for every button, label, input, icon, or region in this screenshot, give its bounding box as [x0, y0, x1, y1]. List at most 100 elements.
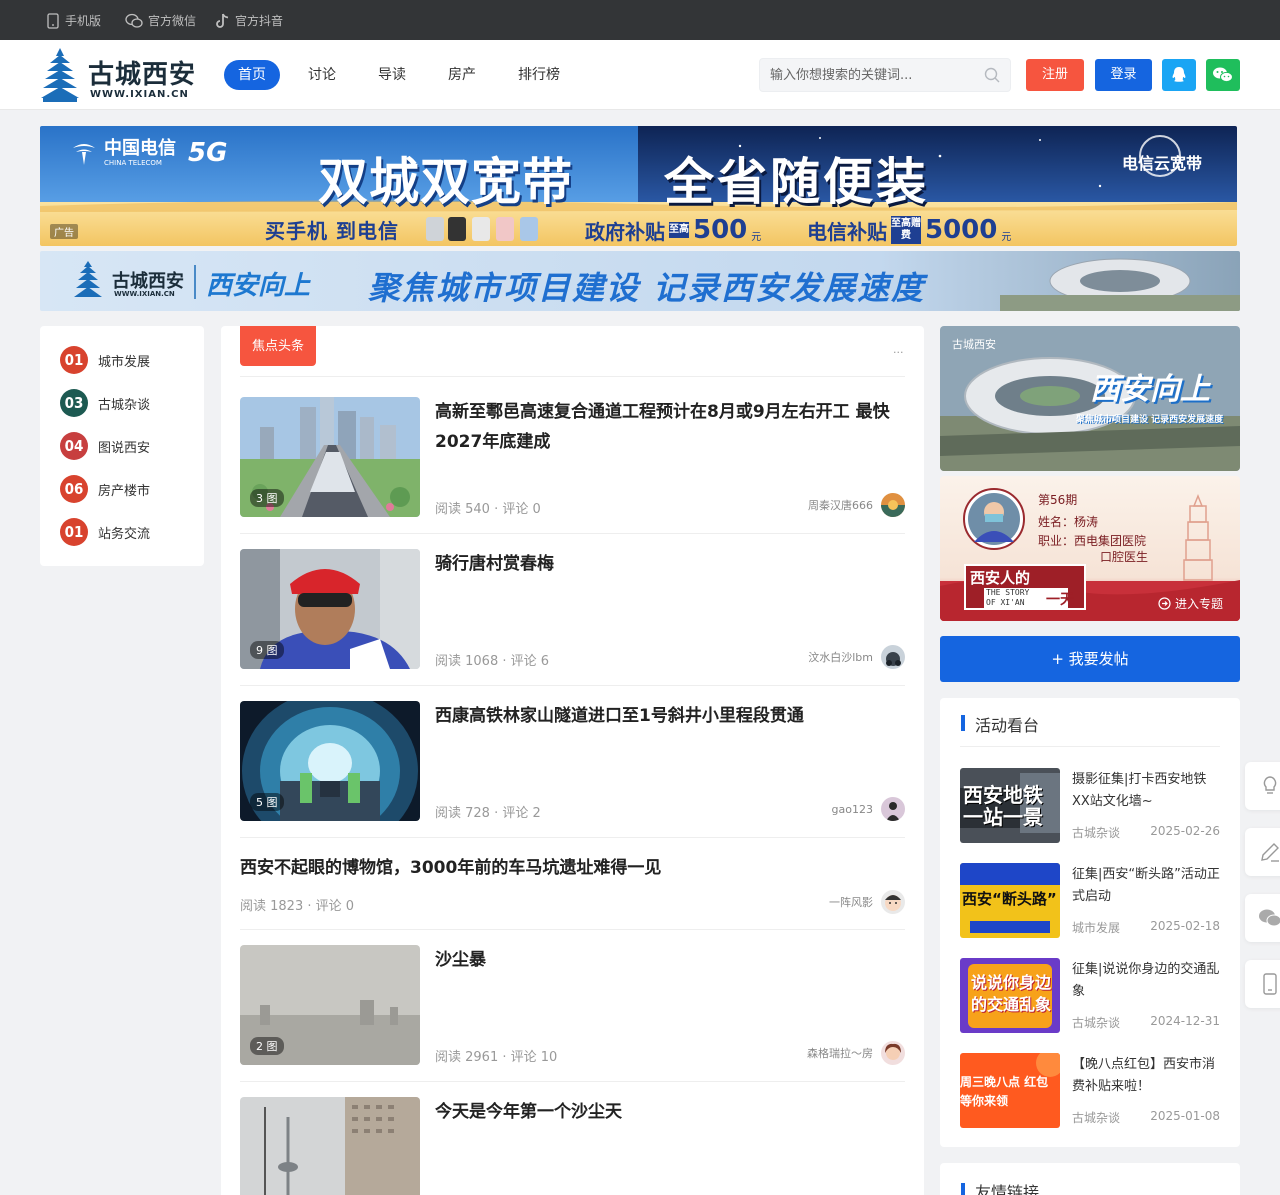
- telecom-ad-banner[interactable]: 中国电信 CHINA TELECOM 5G 双城双宽带 全省随便装 电信云宽带 …: [40, 126, 1237, 246]
- article-author[interactable]: gao123: [832, 797, 905, 821]
- article-title[interactable]: 沙尘暴: [435, 945, 905, 975]
- article-thumbnail[interactable]: 9 图: [240, 549, 420, 669]
- activity-item[interactable]: 西安“断头路” 征集|西安“断头路”活动正式启动 城市发展 2025-02-18: [960, 863, 1220, 938]
- article-meta: 阅读 728 · 评论 2: [435, 806, 541, 821]
- article-title[interactable]: 西安不起眼的博物馆，3000年前的车马坑遗址难得一见: [240, 853, 905, 883]
- story-brand-en1: THE STORY: [986, 588, 1030, 597]
- article-item[interactable]: 5 图 西康高铁林家山隧道进口至1号斜井小里程段贯通 阅读 728 · 评论 2…: [240, 701, 905, 821]
- five-g-label: 5G: [188, 138, 228, 168]
- mobile-label: 手机版: [65, 14, 102, 28]
- top-bar: 手机版 官方微信 官方抖音: [0, 0, 1280, 40]
- article-thumbnail[interactable]: 3 图: [240, 397, 420, 517]
- activity-title[interactable]: 【晚八点红包】西安市消费补贴来啦！: [1072, 1054, 1222, 1098]
- author-name: 周秦汉唐666: [808, 499, 873, 512]
- enter-topic-label: 进入专题: [1175, 597, 1224, 611]
- story-name: 姓名：杨涛: [1038, 515, 1099, 529]
- focus-tag[interactable]: 焦点头条: [240, 326, 316, 366]
- search-input[interactable]: [770, 59, 970, 91]
- login-button[interactable]: 登录: [1095, 59, 1152, 91]
- article-title[interactable]: 西康高铁林家山隧道进口至1号斜井小里程段贯通: [435, 701, 905, 731]
- avatar: [881, 493, 905, 517]
- article-author[interactable]: 周秦汉唐666: [808, 493, 905, 517]
- comment-count: 评论 6: [510, 654, 550, 669]
- divider: [240, 1081, 905, 1082]
- article-item[interactable]: 9 图 骑行唐村赏春梅 阅读 1068 · 评论 6 汶水白沙lbm: [240, 549, 905, 669]
- douyin-link[interactable]: 官方抖音: [216, 12, 283, 29]
- nav-ranking[interactable]: 排行榜: [504, 60, 574, 90]
- wechat-login-button[interactable]: [1206, 59, 1240, 91]
- article-title[interactable]: 骑行唐村赏春梅: [435, 549, 905, 579]
- enter-topic-link[interactable]: 进入专题: [1158, 595, 1223, 612]
- compose-button[interactable]: [1245, 828, 1280, 876]
- article-item[interactable]: 2 图 沙尘暴 阅读 2961 · 评论 10 森格瑞拉～房: [240, 945, 905, 1065]
- divider: [240, 376, 905, 377]
- sidebar-item-label: 房产楼市: [98, 483, 151, 499]
- article-author[interactable]: 一阵风影: [829, 890, 905, 914]
- article-title[interactable]: 高新至鄠邑高速复合通道工程预计在8月或9月左右开工 最快2027年底建成: [435, 397, 905, 457]
- nav-discuss[interactable]: 讨论: [294, 60, 350, 90]
- more-link[interactable]: ...: [893, 343, 904, 356]
- rank-badge: 01: [60, 518, 88, 546]
- nav-property[interactable]: 房产: [434, 60, 490, 90]
- activity-thumbnail[interactable]: 说说你身边的交通乱象: [960, 958, 1060, 1033]
- ad-label: 广告: [50, 224, 78, 239]
- sidebar-item-label: 城市发展: [98, 354, 151, 370]
- activity-item[interactable]: 西安地铁一站一景 摄影征集|打卡西安地铁XX站文化墙~ 古城杂谈 2025-02…: [960, 768, 1220, 843]
- activity-title[interactable]: 摄影征集|打卡西安地铁XX站文化墙~: [1072, 769, 1222, 813]
- gov-subsidy-label: 政府补贴: [585, 219, 665, 244]
- search-icon[interactable]: [984, 67, 1000, 83]
- article-item[interactable]: 西安不起眼的博物馆，3000年前的车马坑遗址难得一见 阅读 1823 · 评论 …: [240, 853, 905, 917]
- wechat-icon: [125, 13, 143, 28]
- wechat-link[interactable]: 官方微信: [125, 12, 196, 29]
- telecom-name: 中国电信: [104, 138, 176, 159]
- sidebar-item-label: 古城杂谈: [98, 397, 151, 413]
- article-item[interactable]: 今天是今年第一个沙尘天: [240, 1097, 905, 1195]
- activity-title[interactable]: 征集|说说你身边的交通乱象: [1072, 959, 1222, 1003]
- sidebar-item-site-affairs[interactable]: 01 站务交流: [60, 518, 150, 546]
- mobile-link[interactable]: 手机版: [46, 12, 101, 29]
- sidebar-item-old-city-talk[interactable]: 03 古城杂谈: [60, 389, 150, 417]
- qq-login-button[interactable]: [1162, 59, 1196, 91]
- nav-guide[interactable]: 导读: [364, 60, 420, 90]
- wechat-login-icon: [1213, 67, 1233, 83]
- read-count: 阅读 1823: [240, 899, 304, 914]
- mobile-float-button[interactable]: [1245, 960, 1280, 1008]
- cartoon-avatar-image: [881, 890, 905, 914]
- tips-button[interactable]: [1245, 762, 1280, 810]
- story-brand-en2: OF XI'AN: [986, 598, 1025, 607]
- article-author[interactable]: 森格瑞拉～房: [807, 1041, 905, 1065]
- activity-thumbnail[interactable]: 周三晚八点 红包等你来领: [960, 1053, 1060, 1128]
- register-button[interactable]: 注册: [1026, 59, 1084, 91]
- article-thumbnail[interactable]: 2 图: [240, 945, 420, 1065]
- activity-title[interactable]: 征集|西安“断头路”活动正式启动: [1072, 864, 1222, 908]
- article-thumbnail[interactable]: 5 图: [240, 701, 420, 821]
- activity-item[interactable]: 说说你身边的交通乱象 征集|说说你身边的交通乱象 古城杂谈 2024-12-31: [960, 958, 1220, 1033]
- story-of-xian-card[interactable]: 第56期 姓名：杨涛 职业：西电集团医院 口腔医生 西安人的 THE STORY…: [940, 476, 1240, 621]
- story-job-detail: 口腔医生: [1100, 550, 1149, 564]
- buy-phone-text: 买手机 到电信: [265, 219, 399, 243]
- article-thumbnail[interactable]: [240, 1097, 420, 1195]
- article-author[interactable]: 汶水白沙lbm: [808, 645, 905, 669]
- divider: [240, 685, 905, 686]
- new-post-button[interactable]: + 我要发帖: [940, 636, 1240, 682]
- story-brand-title: 西安人的: [970, 569, 1031, 587]
- wechat-float-button[interactable]: [1245, 894, 1280, 942]
- picture-count: 3 图: [250, 489, 284, 507]
- sidebar-item-property[interactable]: 06 房产楼市: [60, 475, 150, 503]
- sunset-avatar-image: [881, 493, 905, 517]
- sidebar-item-city-development[interactable]: 01 城市发展: [60, 346, 150, 374]
- avatar: [881, 797, 905, 821]
- sidebar-item-picture-xian[interactable]: 04 图说西安: [60, 432, 150, 460]
- xian-rising-promo[interactable]: 古城西安 西安向上 聚焦城市项目建设 记录西安发展速度: [940, 326, 1240, 471]
- activity-thumbnail[interactable]: 西安“断头路”: [960, 863, 1060, 938]
- nav-home[interactable]: 首页: [224, 60, 280, 90]
- activity-item[interactable]: 周三晚八点 红包等你来领 【晚八点红包】西安市消费补贴来啦！ 古城杂谈 2025…: [960, 1053, 1220, 1128]
- comment-count: 评论 0: [502, 502, 541, 517]
- divider: [960, 746, 1220, 747]
- activity-thumbnail[interactable]: 西安地铁一站一景: [960, 768, 1060, 843]
- site-logo[interactable]: 古城西安 WWW.IXIAN.CN: [40, 46, 200, 104]
- xian-rising-banner[interactable]: 古城西安 WWW.IXIAN.CN 西安向上 聚焦城市项目建设 记录西安发展速度: [40, 251, 1240, 311]
- article-item[interactable]: 3 图 高新至鄠邑高速复合通道工程预计在8月或9月左右开工 最快2027年底建成…: [240, 397, 905, 517]
- pagoda-logo-icon: [41, 48, 79, 102]
- article-title[interactable]: 今天是今年第一个沙尘天: [435, 1097, 905, 1127]
